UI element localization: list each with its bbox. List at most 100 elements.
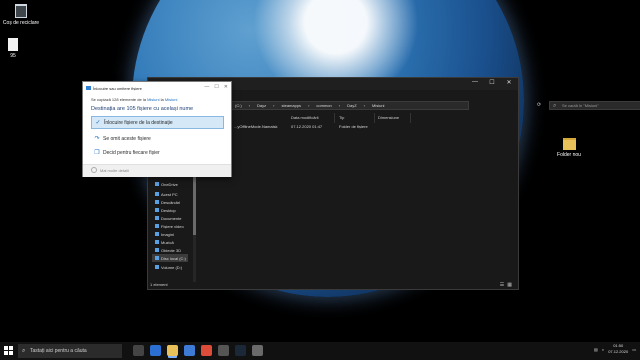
taskbar: ⌕ Tastați aici pentru a căuta ▤ ◖ 01:50 … bbox=[0, 342, 640, 360]
cube-icon bbox=[155, 248, 159, 252]
nav-item-onedrive[interactable]: OneDrive bbox=[155, 180, 178, 188]
nav-item-local-disk-c[interactable]: Disc local (C:) bbox=[152, 254, 188, 262]
decide-each-option[interactable]: ❐ Decid pentru fiecare fișier bbox=[91, 146, 224, 159]
copy-icon bbox=[86, 86, 91, 90]
close-icon[interactable]: ✕ bbox=[502, 79, 516, 86]
image-icon bbox=[155, 232, 159, 236]
column-divider[interactable] bbox=[410, 113, 411, 123]
details-view-icon[interactable]: ☰ bbox=[500, 282, 504, 288]
desktop-icon-label: Coș de reciclare bbox=[2, 20, 40, 26]
dialog-title: Înlocuire sau omitere fișiere bbox=[93, 86, 142, 91]
folder-icon bbox=[562, 138, 576, 150]
search-input[interactable]: ⌕ Se caută în "Misiuni" bbox=[549, 101, 640, 110]
navigation-pane: Volume (D:) OneDrive Acest PC Descărcări… bbox=[148, 170, 195, 282]
search-icon: ⌕ bbox=[22, 348, 26, 354]
file-row-date: 07.12.2020 01:47 bbox=[291, 124, 323, 129]
maximize-icon[interactable]: ☐ bbox=[214, 84, 218, 90]
chrome-icon[interactable] bbox=[201, 345, 212, 356]
nav-item-label: Disc local (C:) bbox=[161, 255, 186, 261]
desktop-icon-label: Folder nou bbox=[557, 152, 581, 158]
breadcrumb-item[interactable]: steamapps bbox=[281, 103, 301, 108]
compare-icon: ❐ bbox=[94, 150, 100, 156]
minimize-icon[interactable]: — bbox=[204, 84, 209, 90]
more-details-label: Mai multe detalii bbox=[100, 167, 129, 173]
nav-item-label: Descărcări bbox=[161, 199, 181, 205]
steam-icon[interactable] bbox=[235, 345, 246, 356]
nav-item-volume-d[interactable]: Volume (D:) bbox=[155, 263, 182, 271]
file-row-name[interactable]: ...yOfflineMode.Namalsk bbox=[234, 124, 278, 129]
nav-item-documents[interactable]: Documente bbox=[155, 214, 181, 222]
scrollbar-thumb[interactable] bbox=[193, 175, 196, 235]
more-details-toggle[interactable]: Mai multe detalii bbox=[91, 167, 129, 173]
store-icon[interactable] bbox=[184, 345, 195, 356]
desktop-icon bbox=[155, 208, 159, 212]
conflict-message: Destinația are 105 fișiere cu același nu… bbox=[91, 106, 194, 112]
nav-scrollbar[interactable] bbox=[193, 170, 196, 282]
column-header-type[interactable]: Tip bbox=[339, 115, 344, 120]
drive-icon bbox=[155, 256, 159, 260]
nav-item-label: Muzică bbox=[161, 239, 174, 245]
breadcrumb-item[interactable]: (C:) bbox=[235, 103, 242, 108]
destination-folder-link[interactable]: Misiuni bbox=[165, 97, 177, 102]
breadcrumb-item[interactable]: Dayz bbox=[257, 103, 266, 108]
refresh-icon[interactable]: ⟳ bbox=[537, 102, 541, 108]
source-folder-link[interactable]: Misiuni bbox=[147, 97, 159, 102]
mail-icon[interactable] bbox=[150, 345, 161, 356]
column-header-date[interactable]: Data modificării bbox=[291, 115, 319, 120]
music-icon bbox=[155, 240, 159, 244]
task-view-icon[interactable] bbox=[133, 345, 144, 356]
status-bar-count: 1 element bbox=[150, 282, 168, 287]
system-tray: ▤ ◖ 01:50 07.12.2020 ▭ bbox=[594, 343, 636, 355]
nav-item-label: Obiecte 3D bbox=[161, 247, 182, 253]
recycle-bin-icon bbox=[15, 4, 27, 18]
large-icons-view-icon[interactable]: ▦ bbox=[507, 282, 512, 288]
nav-item-pictures[interactable]: Imagini bbox=[155, 230, 174, 238]
option-label: Se omit aceste fișiere bbox=[103, 135, 151, 142]
desktop-icon-recycle-bin[interactable]: Coș de reciclare bbox=[2, 4, 40, 26]
nav-item-label: Desktop bbox=[161, 207, 176, 213]
breadcrumb-item[interactable]: Misiuni bbox=[372, 103, 384, 108]
column-header-size[interactable]: Dimensiune bbox=[378, 115, 399, 120]
nav-item-3d-objects[interactable]: Obiecte 3D bbox=[155, 246, 181, 254]
nav-item-desktop[interactable]: Desktop bbox=[155, 206, 176, 214]
minimize-icon[interactable]: — bbox=[468, 79, 482, 86]
file-row-type: Folder de fișiere bbox=[339, 124, 368, 129]
nav-item-videos[interactable]: Fișiere video bbox=[155, 222, 184, 230]
address-bar[interactable]: (C:) › Dayz › steamapps › common › DayZ › Mis… bbox=[231, 101, 469, 110]
desktop-icon-label: 95 bbox=[10, 53, 16, 59]
replace-files-option[interactable]: ✓ Înlocuire fișiere de la destinație bbox=[91, 116, 224, 129]
windows-start-icon[interactable] bbox=[4, 346, 13, 355]
video-icon bbox=[155, 224, 159, 228]
clock[interactable]: 01:50 07.12.2020 bbox=[608, 343, 628, 355]
app-icon[interactable] bbox=[218, 345, 229, 356]
check-icon: ✓ bbox=[95, 120, 101, 126]
replace-or-skip-dialog: Înlocuire sau omitere fișiere — ☐ ✕ Se c… bbox=[82, 81, 232, 177]
skip-files-option[interactable]: ↷ Se omit aceste fișiere bbox=[91, 132, 224, 145]
computer-icon bbox=[155, 192, 159, 196]
nav-item-music[interactable]: Muzică bbox=[155, 238, 174, 246]
breadcrumb-item[interactable]: DayZ bbox=[347, 103, 357, 108]
breadcrumb-item[interactable]: common bbox=[316, 103, 331, 108]
file-icon bbox=[8, 38, 18, 51]
copy-summary-mid: la bbox=[160, 97, 164, 102]
option-label: Decid pentru fiecare fișier bbox=[103, 149, 160, 156]
taskbar-search-box[interactable]: ⌕ Tastați aici pentru a căuta bbox=[18, 344, 122, 358]
cloud-icon bbox=[155, 182, 159, 186]
desktop-icon-file[interactable]: 95 bbox=[0, 38, 32, 59]
maximize-icon[interactable]: ☐ bbox=[485, 79, 499, 86]
search-icon: ⌕ bbox=[553, 103, 557, 109]
nav-item-label: Volume (D:) bbox=[161, 264, 183, 270]
desktop-icon-new-folder[interactable]: Folder nou bbox=[550, 138, 588, 158]
nav-item-label: Documente bbox=[161, 215, 182, 221]
volume-icon[interactable]: ◖ bbox=[602, 347, 604, 352]
notifications-icon[interactable]: ▭ bbox=[632, 347, 636, 352]
file-explorer-icon[interactable] bbox=[167, 345, 178, 356]
app-icon[interactable] bbox=[252, 345, 263, 356]
network-icon[interactable]: ▤ bbox=[594, 347, 598, 352]
column-divider[interactable] bbox=[374, 113, 375, 123]
nav-item-this-pc[interactable]: Acest PC bbox=[155, 190, 178, 198]
column-divider[interactable] bbox=[334, 113, 335, 123]
nav-item-downloads[interactable]: Descărcări bbox=[155, 198, 180, 206]
close-icon[interactable]: ✕ bbox=[224, 84, 228, 90]
search-placeholder: Se caută în "Misiuni" bbox=[562, 103, 599, 108]
